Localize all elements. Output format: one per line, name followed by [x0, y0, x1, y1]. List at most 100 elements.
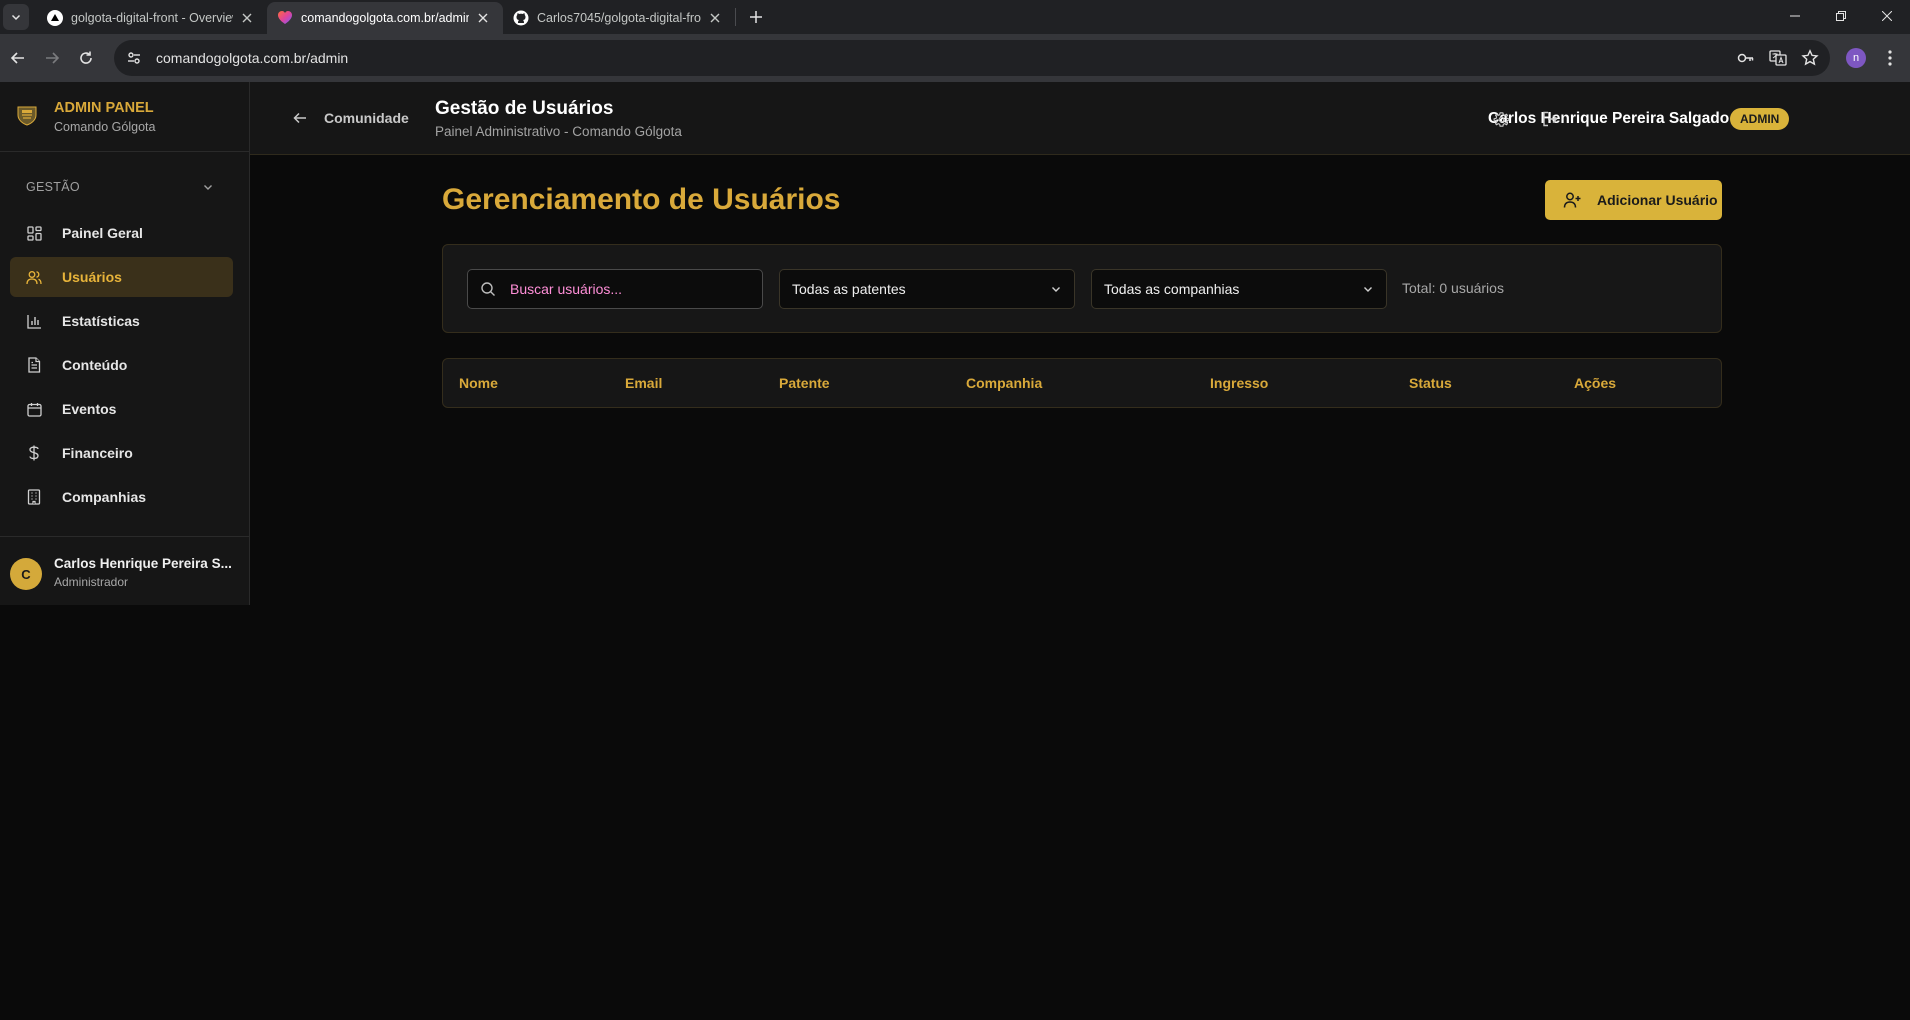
company-filter-select[interactable]: Todas as companhias — [1091, 269, 1387, 309]
chevron-down-icon — [11, 14, 21, 21]
sidebar-nav: Painel Geral Usuários Estatísticas Conte… — [10, 213, 233, 521]
sidebar-section-toggle[interactable]: GESTÃO — [10, 170, 230, 204]
sidebar-user[interactable]: C Carlos Henrique Pereira S... Administr… — [0, 536, 249, 605]
sidebar-brand: ADMIN PANEL Comando Gólgota — [0, 82, 249, 152]
settings-button[interactable] — [1492, 110, 1510, 128]
arrow-left-icon — [10, 52, 24, 64]
section-label: GESTÃO — [26, 180, 80, 194]
tab-title: Carlos7045/golgota-digital-front — [537, 11, 701, 25]
back-button[interactable] — [2, 42, 34, 74]
close-icon[interactable] — [707, 10, 723, 26]
brand-subtitle: Comando Gólgota — [54, 120, 156, 134]
tab-search-button[interactable] — [3, 4, 29, 30]
reload-button[interactable] — [70, 42, 102, 74]
reload-icon — [80, 51, 92, 64]
add-user-label: Adicionar Usuário — [1597, 192, 1718, 208]
site-info-icon[interactable] — [120, 44, 148, 72]
browser-toolbar: comandogolgota.com.br/admin n — [0, 34, 1910, 82]
column-header-acoes[interactable]: Ações — [1574, 375, 1616, 391]
users-total: Total: 0 usuários — [1402, 280, 1504, 296]
browser-menu-icon[interactable] — [1880, 48, 1900, 68]
bar-chart-icon — [26, 313, 42, 329]
page-title: Gestão de Usuários — [435, 98, 614, 119]
browser-tabstrip: golgota-digital-front - Overview comando… — [0, 0, 1910, 34]
column-header-ingresso[interactable]: Ingresso — [1210, 375, 1268, 391]
browser-tab-github[interactable]: Carlos7045/golgota-digital-front — [503, 2, 735, 34]
rank-filter-select[interactable]: Todas as patentes — [779, 269, 1075, 309]
new-tab-button[interactable] — [742, 3, 770, 31]
address-bar[interactable]: comandogolgota.com.br/admin — [114, 40, 1830, 76]
header-user-name: Carlos Henrique Pereira Salgado — [1488, 110, 1730, 127]
column-header-email[interactable]: Email — [625, 375, 662, 391]
sidebar-item-conteudo[interactable]: Conteúdo — [10, 345, 233, 385]
sidebar-item-usuarios[interactable]: Usuários — [10, 257, 233, 297]
vercel-icon — [47, 10, 63, 26]
logout-icon — [1543, 111, 1558, 127]
minimize-button[interactable] — [1772, 0, 1818, 32]
chevron-down-icon — [1052, 287, 1060, 292]
bookmark-star-icon[interactable] — [1800, 48, 1820, 68]
sidebar-item-painel-geral[interactable]: Painel Geral — [10, 213, 233, 253]
close-icon[interactable] — [475, 10, 491, 26]
users-icon — [26, 269, 42, 285]
shield-logo-icon — [17, 106, 37, 126]
back-link-label: Comunidade — [324, 110, 409, 126]
arrow-right-icon — [46, 52, 60, 64]
browser-tab-overview[interactable]: golgota-digital-front - Overview — [37, 2, 267, 34]
sidebar-item-label: Painel Geral — [62, 225, 143, 241]
close-window-button[interactable] — [1864, 0, 1910, 32]
logout-button[interactable] — [1541, 110, 1559, 128]
browser-tab-admin[interactable]: comandogolgota.com.br/admin — [267, 2, 503, 34]
sidebar-item-label: Usuários — [62, 269, 122, 285]
forward-button[interactable] — [36, 42, 68, 74]
building-icon — [26, 489, 42, 505]
add-user-button[interactable]: Adicionar Usuário — [1545, 180, 1722, 220]
dollar-icon — [26, 445, 42, 461]
rank-filter-value: Todas as patentes — [792, 281, 906, 297]
arrow-left-icon — [293, 112, 306, 124]
users-table-header: Nome Email Patente Companhia Ingresso St… — [442, 358, 1722, 408]
column-header-status[interactable]: Status — [1409, 375, 1452, 391]
admin-sidebar: ADMIN PANEL Comando Gólgota GESTÃO Paine… — [0, 82, 250, 605]
sidebar-item-companhias[interactable]: Companhias — [10, 477, 233, 517]
restore-button[interactable] — [1818, 0, 1864, 32]
address-bar-actions — [1736, 40, 1820, 76]
search-icon — [481, 282, 495, 296]
chevron-down-icon — [204, 185, 212, 190]
grid-icon — [26, 225, 42, 241]
search-box[interactable] — [467, 269, 763, 309]
filters-panel: Todas as patentes Todas as companhias To… — [442, 244, 1722, 333]
file-text-icon — [26, 357, 42, 373]
translate-icon[interactable] — [1768, 48, 1788, 68]
plus-icon — [750, 11, 762, 23]
github-icon — [513, 10, 529, 26]
app-header: Comunidade Gestão de Usuários Painel Adm… — [250, 82, 1910, 155]
search-input[interactable] — [510, 281, 750, 297]
sidebar-item-label: Eventos — [62, 401, 117, 417]
tab-title: comandogolgota.com.br/admin — [301, 11, 469, 25]
profile-avatar[interactable]: n — [1846, 48, 1866, 68]
close-icon[interactable] — [239, 10, 255, 26]
sidebar-user-role: Administrador — [54, 575, 129, 589]
sidebar-item-financeiro[interactable]: Financeiro — [10, 433, 233, 473]
tab-title: golgota-digital-front - Overview — [71, 11, 233, 25]
sidebar-item-label: Financeiro — [62, 445, 133, 461]
sidebar-user-name: Carlos Henrique Pereira S... — [54, 556, 232, 571]
sidebar-item-estatisticas[interactable]: Estatísticas — [10, 301, 233, 341]
brand-title: ADMIN PANEL — [54, 100, 154, 116]
column-header-patente[interactable]: Patente — [779, 375, 830, 391]
heart-icon — [278, 11, 292, 24]
key-icon[interactable] — [1736, 48, 1756, 68]
sidebar-item-eventos[interactable]: Eventos — [10, 389, 233, 429]
sidebar-item-label: Conteúdo — [62, 357, 128, 373]
back-to-community-link[interactable]: Comunidade — [292, 106, 409, 130]
user-plus-icon — [1563, 192, 1581, 208]
chevron-down-icon — [1364, 287, 1372, 292]
sidebar-item-label: Companhias — [62, 489, 147, 505]
sidebar-item-label: Estatísticas — [62, 313, 140, 329]
url-text: comandogolgota.com.br/admin — [156, 50, 349, 66]
page-subtitle: Painel Administrativo - Comando Gólgota — [435, 124, 682, 139]
window-controls — [1772, 0, 1910, 32]
column-header-nome[interactable]: Nome — [459, 375, 498, 391]
column-header-companhia[interactable]: Companhia — [966, 375, 1042, 391]
